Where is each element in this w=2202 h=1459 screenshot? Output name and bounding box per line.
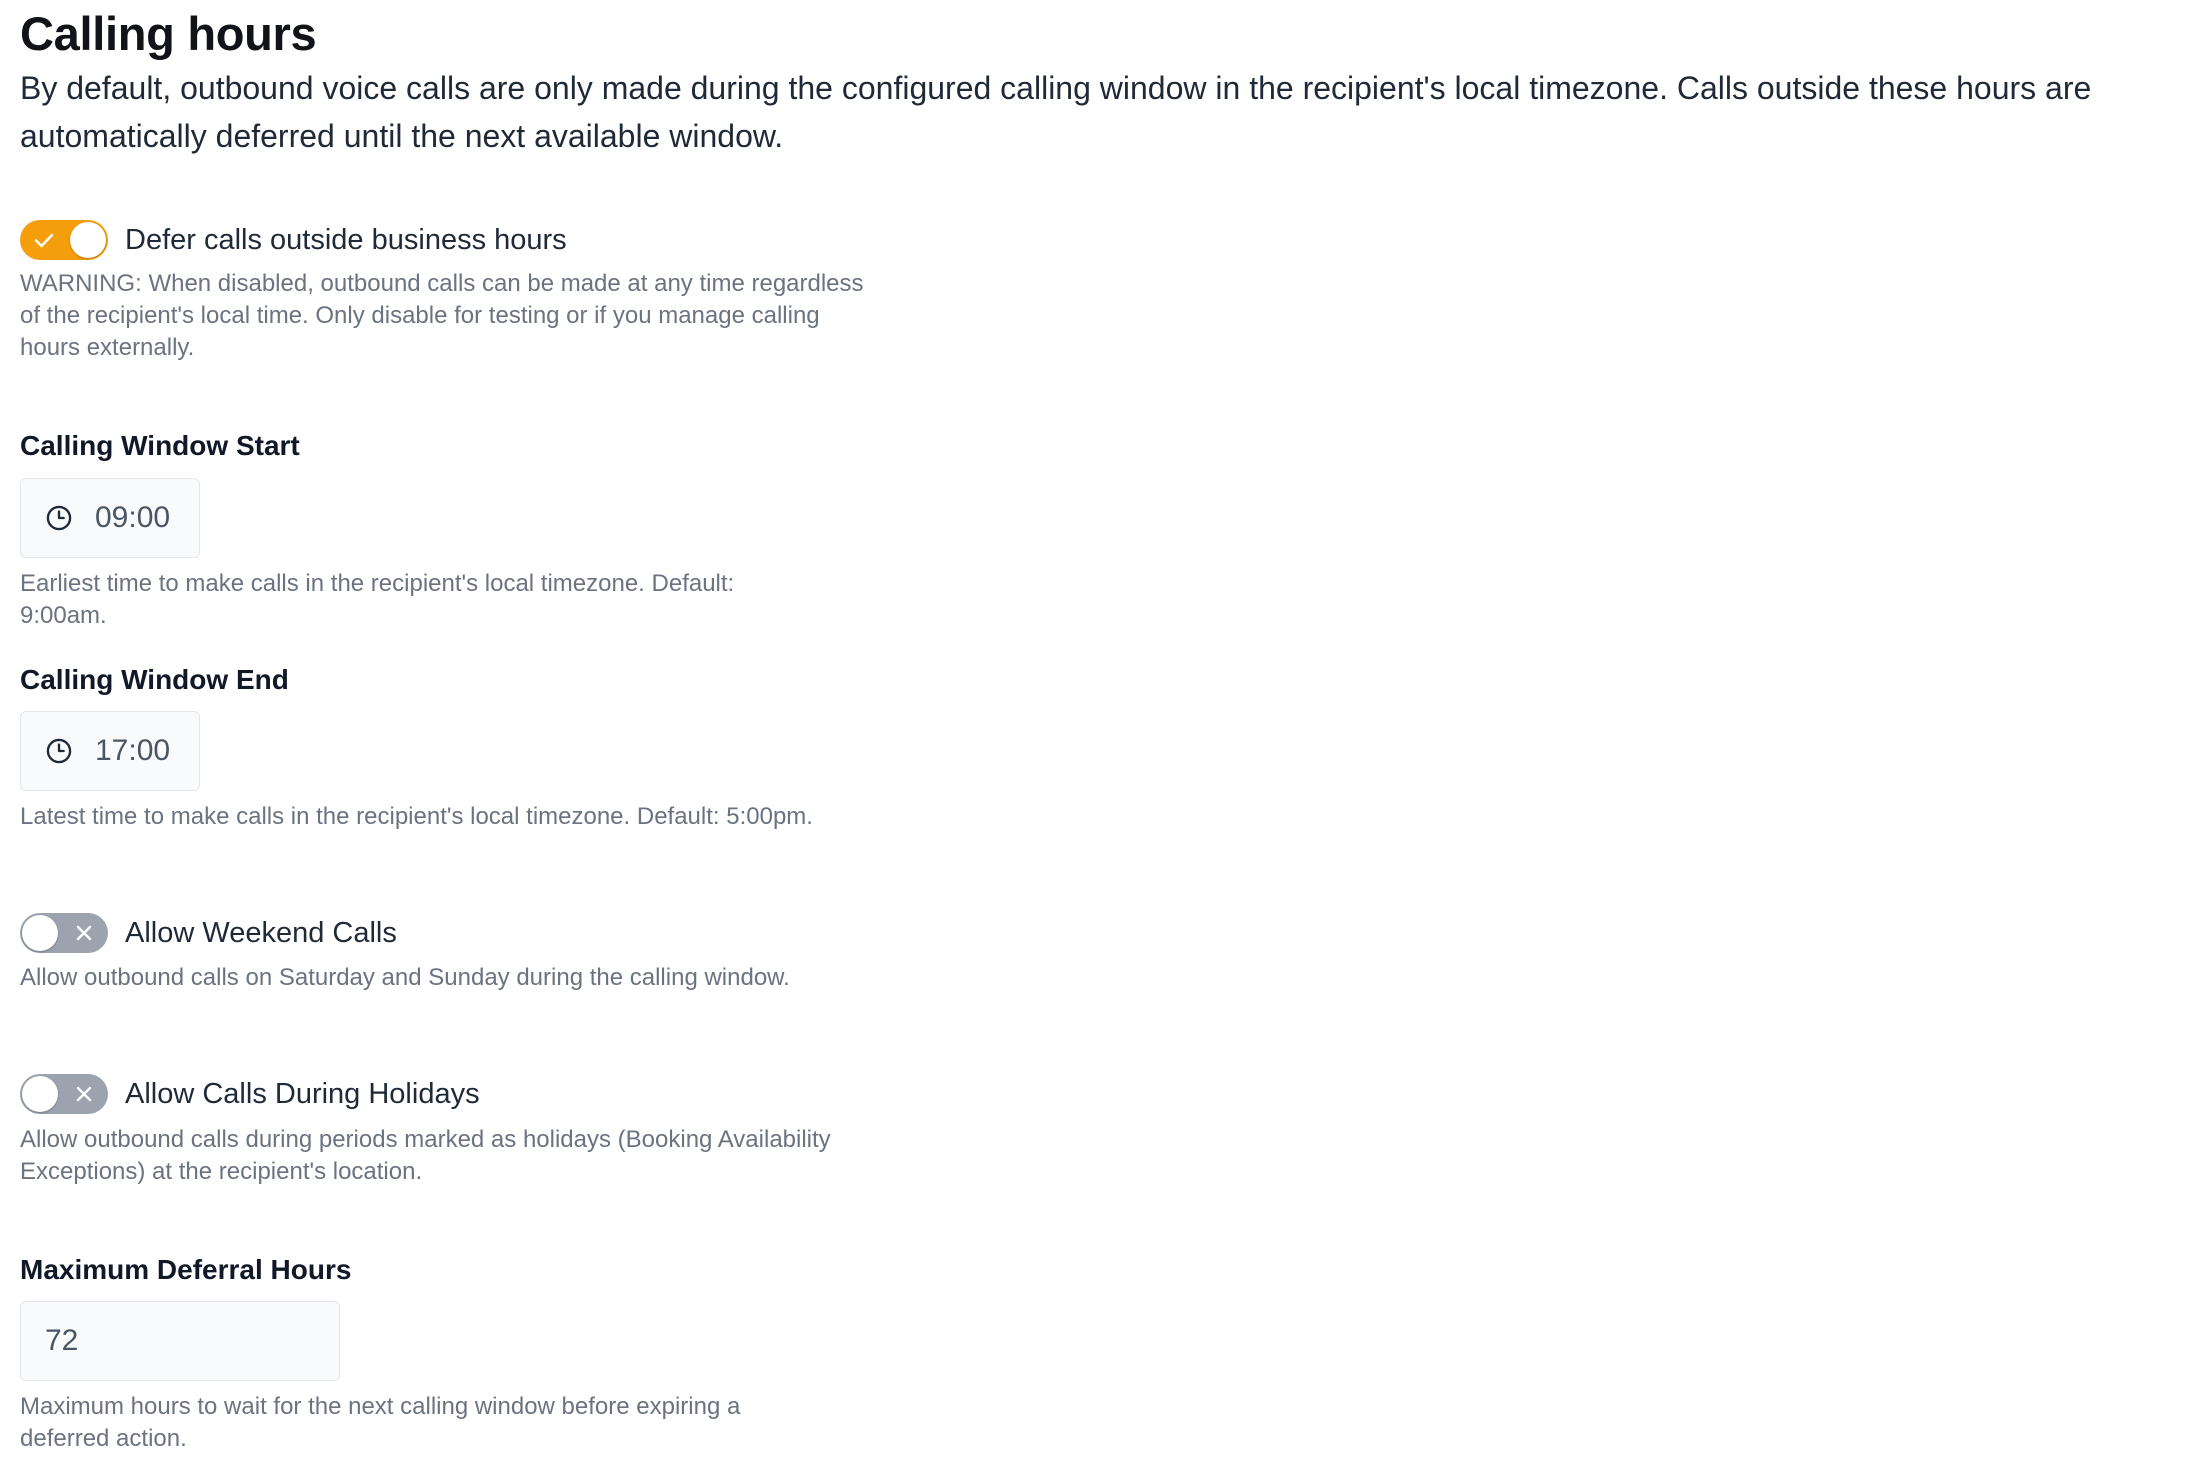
window-start-label: Calling Window Start: [20, 430, 300, 461]
page-title: Calling hours: [20, 7, 317, 60]
defer-calls-toggle[interactable]: [20, 220, 108, 260]
clock-icon: [46, 738, 72, 764]
weekend-calls-label: Allow Weekend Calls: [125, 917, 397, 949]
window-start-input[interactable]: 09:00: [20, 478, 200, 558]
holiday-calls-row: Allow Calls During Holidays: [20, 1072, 480, 1116]
check-icon: [34, 233, 54, 248]
defer-calls-row: Defer calls outside business hours: [20, 218, 567, 262]
clock-icon: [46, 505, 72, 531]
window-start-help: Earliest time to make calls in the recip…: [20, 570, 735, 629]
page-description: By default, outbound voice calls are onl…: [20, 70, 2092, 154]
holiday-calls-help: Allow outbound calls during periods mark…: [20, 1126, 831, 1185]
window-start-value: 09:00: [95, 501, 171, 534]
holiday-calls-label: Allow Calls During Holidays: [125, 1078, 480, 1110]
window-end-value: 17:00: [95, 734, 171, 767]
max-deferral-label: Maximum Deferral Hours: [20, 1254, 352, 1285]
window-end-label: Calling Window End: [20, 664, 289, 695]
x-icon: [76, 1086, 92, 1102]
toggle-knob: [70, 222, 106, 258]
toggle-knob: [22, 1076, 58, 1112]
max-deferral-help: Maximum hours to wait for the next calli…: [20, 1393, 741, 1452]
max-deferral-value: 72: [45, 1324, 79, 1357]
toggle-knob: [22, 915, 58, 951]
weekend-calls-row: Allow Weekend Calls: [20, 911, 397, 955]
weekend-calls-help: Allow outbound calls on Saturday and Sun…: [20, 964, 790, 991]
holiday-calls-toggle[interactable]: [20, 1074, 108, 1114]
weekend-calls-toggle[interactable]: [20, 913, 108, 953]
max-deferral-input[interactable]: 72: [20, 1301, 340, 1381]
x-icon: [76, 925, 92, 941]
defer-calls-label: Defer calls outside business hours: [125, 224, 567, 256]
window-end-help: Latest time to make calls in the recipie…: [20, 803, 813, 830]
defer-calls-help: WARNING: When disabled, outbound calls c…: [20, 270, 864, 361]
window-end-input[interactable]: 17:00: [20, 711, 200, 791]
